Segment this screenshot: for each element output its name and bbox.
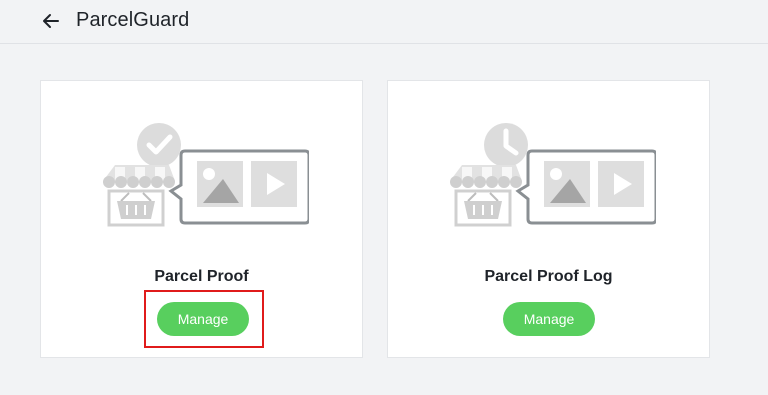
checkmark-icon: [137, 123, 181, 167]
card-title: Parcel Proof: [154, 268, 249, 285]
shopping-basket-icon: [454, 189, 512, 227]
card-title: Parcel Proof Log: [484, 268, 613, 285]
clock-icon: [484, 123, 528, 167]
media-bubble-icon: [515, 149, 656, 225]
top-bar: ParcelGuard: [0, 0, 768, 44]
shop-media-illustration: [103, 123, 309, 227]
shopping-basket-icon: [107, 189, 165, 227]
parcel-proof-log-card: Parcel Proof Log Manage: [387, 80, 710, 358]
app-title: ParcelGuard: [76, 9, 190, 31]
media-bubble-icon: [168, 149, 309, 225]
shop-awning-icon: [450, 165, 522, 188]
shop-media-illustration: [450, 123, 656, 227]
manage-button[interactable]: Manage: [503, 302, 595, 336]
highlight-box: [144, 290, 264, 348]
back-arrow-icon[interactable]: [40, 10, 62, 32]
shop-awning-icon: [103, 165, 175, 188]
